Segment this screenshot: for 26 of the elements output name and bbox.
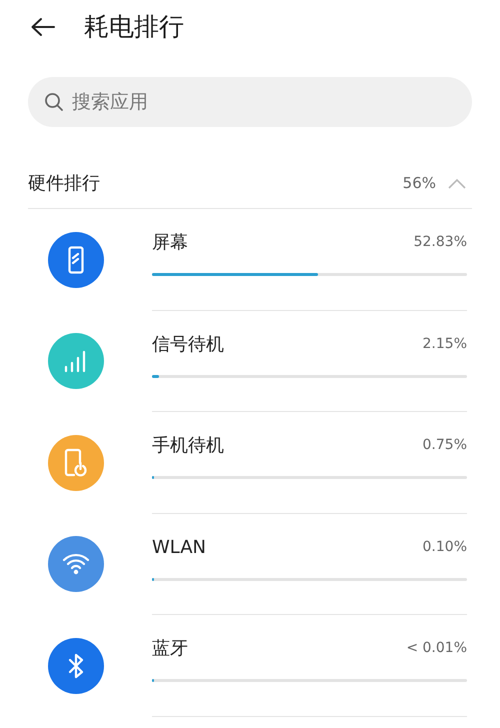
usage-row[interactable]: 蓝牙 < 0.01%	[0, 615, 500, 716]
usage-row[interactable]: 手机待机 0.75%	[0, 412, 500, 514]
usage-row[interactable]: WLAN 0.10%	[0, 514, 500, 615]
phone-power-icon	[64, 448, 88, 478]
item-percent: 0.75%	[422, 436, 467, 455]
section-header[interactable]: 硬件排行 56%	[28, 159, 472, 209]
search-field[interactable]: 搜索应用	[28, 77, 472, 127]
wifi-icon	[62, 553, 90, 576]
item-name: 手机待机	[152, 434, 224, 458]
usage-row[interactable]: 屏幕 52.83%	[0, 209, 500, 310]
item-percent: 0.10%	[422, 538, 467, 556]
usage-row[interactable]: 信号待机 2.15%	[0, 310, 500, 412]
item-percent: < 0.01%	[406, 639, 467, 658]
item-name: 信号待机	[152, 332, 224, 356]
item-name: 屏幕	[152, 231, 188, 255]
section-value: 56%	[402, 173, 436, 194]
search-icon	[44, 92, 64, 112]
phone-icon	[68, 246, 84, 274]
page-title: 耗电排行	[84, 11, 184, 44]
back-icon[interactable]	[30, 17, 56, 37]
item-name: 蓝牙	[152, 637, 188, 661]
item-percent: 2.15%	[422, 334, 467, 354]
section-title: 硬件排行	[28, 172, 100, 196]
item-percent: 52.83%	[414, 233, 467, 252]
bluetooth-icon	[68, 652, 84, 679]
item-name: WLAN	[152, 536, 206, 560]
